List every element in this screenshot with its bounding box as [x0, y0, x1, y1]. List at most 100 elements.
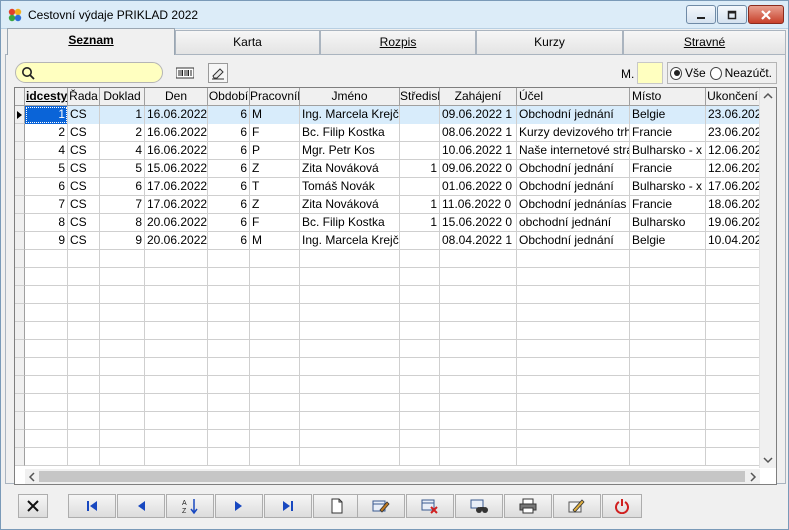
table-cell[interactable]: 01.06.2022 0 — [440, 178, 517, 196]
table-cell[interactable]: 08.04.2022 1 — [440, 232, 517, 250]
table-cell[interactable]: 1 — [100, 106, 145, 124]
table-cell[interactable] — [400, 178, 440, 196]
table-cell[interactable]: 18.06.2022 — [706, 196, 760, 214]
header-misto[interactable]: Místo — [630, 88, 706, 106]
table-cell[interactable]: 23.06.2022 — [706, 106, 760, 124]
table-cell[interactable]: 6 — [208, 142, 250, 160]
search-box[interactable] — [15, 62, 163, 83]
new-record-button[interactable] — [313, 494, 361, 518]
table-cell[interactable]: obchodní jednání — [517, 214, 630, 232]
row-indicator[interactable] — [15, 106, 25, 124]
table-cell[interactable]: 6 — [25, 178, 68, 196]
table-cell[interactable]: Francie — [630, 124, 706, 142]
table-cell[interactable]: 16.06.2022 — [145, 106, 208, 124]
row-indicator[interactable] — [15, 268, 25, 286]
cancel-button[interactable] — [18, 494, 48, 518]
search-input[interactable] — [38, 65, 158, 80]
table-cell[interactable]: CS — [68, 142, 100, 160]
header-jmeno[interactable]: Jméno — [300, 88, 400, 106]
table-cell[interactable]: 6 — [208, 124, 250, 142]
table-cell[interactable]: M — [250, 232, 300, 250]
row-indicator[interactable] — [15, 232, 25, 250]
table-cell[interactable]: 2 — [25, 124, 68, 142]
table-cell[interactable]: 11.06.2022 0 — [440, 196, 517, 214]
table-cell[interactable]: 7 — [100, 196, 145, 214]
header-ucel[interactable]: Účel — [517, 88, 630, 106]
table-row[interactable] — [15, 376, 776, 394]
row-indicator[interactable] — [15, 412, 25, 430]
table-cell[interactable]: 6 — [208, 106, 250, 124]
prev-record-button[interactable] — [117, 494, 165, 518]
table-cell[interactable]: F — [250, 214, 300, 232]
radio-all[interactable] — [670, 66, 682, 80]
header-stredisko[interactable]: Středisko — [400, 88, 440, 106]
table-cell[interactable]: Mgr. Petr Kos — [300, 142, 400, 160]
radio-unsettled[interactable] — [709, 66, 722, 80]
scroll-down-icon[interactable] — [763, 456, 773, 464]
table-cell[interactable]: 12.06.2022 — [706, 142, 760, 160]
table-cell[interactable]: 12.06.2022 — [706, 160, 760, 178]
scroll-up-icon[interactable] — [763, 92, 773, 100]
table-cell[interactable]: 15.06.2022 — [145, 160, 208, 178]
table-row[interactable] — [15, 448, 776, 466]
table-cell[interactable]: 23.06.2022 — [706, 124, 760, 142]
row-indicator[interactable] — [15, 160, 25, 178]
table-row[interactable] — [15, 358, 776, 376]
table-cell[interactable]: Kurzy devizového trhu — [517, 124, 630, 142]
table-cell[interactable]: Francie — [630, 196, 706, 214]
table-cell[interactable] — [400, 142, 440, 160]
table-cell[interactable]: Z — [250, 160, 300, 178]
table-cell[interactable]: Bc. Filip Kostka — [300, 124, 400, 142]
table-cell[interactable]: Zita Nováková — [300, 160, 400, 178]
table-cell[interactable]: 7 — [25, 196, 68, 214]
table-row[interactable]: 1CS116.06.20226MIng. Marcela Krejčová09.… — [15, 106, 776, 124]
table-cell[interactable]: 8 — [100, 214, 145, 232]
header-pracovnik[interactable]: Pracovník — [250, 88, 300, 106]
table-cell[interactable]: Francie — [630, 160, 706, 178]
vertical-scrollbar[interactable] — [759, 88, 776, 468]
next-record-button[interactable] — [215, 494, 263, 518]
row-indicator[interactable] — [15, 394, 25, 412]
table-cell[interactable]: Bulharsko — [630, 214, 706, 232]
first-record-button[interactable] — [68, 494, 116, 518]
table-cell[interactable]: M — [250, 106, 300, 124]
table-cell[interactable]: Obchodní jednání — [517, 178, 630, 196]
table-cell[interactable]: Zita Nováková — [300, 196, 400, 214]
barcode-button[interactable] — [175, 63, 195, 83]
row-indicator[interactable] — [15, 124, 25, 142]
table-cell[interactable]: 10.06.2022 1 — [440, 142, 517, 160]
table-cell[interactable]: 9 — [25, 232, 68, 250]
header-den[interactable]: Den — [145, 88, 208, 106]
table-cell[interactable]: Ing. Marcela Krejčová — [300, 106, 400, 124]
table-cell[interactable]: 17.06.2022 — [145, 196, 208, 214]
tab-karta[interactable]: Karta — [175, 30, 320, 54]
table-cell[interactable]: 6 — [208, 214, 250, 232]
table-cell[interactable]: 09.06.2022 0 — [440, 160, 517, 178]
table-row[interactable]: 8 CS 8 20.06.2022 6 F Bc. Filip Kostka 1 15.06.2… — [15, 214, 776, 232]
table-cell[interactable]: F — [250, 124, 300, 142]
table-cell[interactable]: 15.06.2022 0 — [440, 214, 517, 232]
table-cell[interactable]: 1 — [25, 106, 68, 124]
table-row[interactable] — [15, 394, 776, 412]
table-cell[interactable]: CS — [68, 160, 100, 178]
report-edit-button[interactable] — [553, 494, 601, 518]
table-row[interactable]: 4 CS 4 16.06.2022 6 P Mgr. Petr Kos 10.06.2022 … — [15, 142, 776, 160]
table-cell[interactable] — [400, 232, 440, 250]
table-cell[interactable]: Obchodní jednánías — [517, 196, 630, 214]
table-cell[interactable]: Obchodní jednání — [517, 232, 630, 250]
exit-button[interactable] — [602, 494, 642, 518]
row-indicator[interactable] — [15, 304, 25, 322]
table-cell[interactable]: CS — [68, 214, 100, 232]
table-cell[interactable]: 4 — [25, 142, 68, 160]
table-cell[interactable]: 8 — [25, 214, 68, 232]
minimize-button[interactable] — [686, 5, 716, 24]
header-zahajeni[interactable]: Zahájení — [440, 88, 517, 106]
table-cell[interactable]: 1 — [400, 160, 440, 178]
table-cell[interactable]: 09.06.2022 1 — [440, 106, 517, 124]
scroll-right-icon[interactable] — [749, 472, 757, 482]
table-row[interactable] — [15, 322, 776, 340]
row-indicator[interactable] — [15, 376, 25, 394]
table-cell[interactable]: 17.06.2022 — [706, 178, 760, 196]
m-field[interactable] — [637, 62, 663, 84]
table-row[interactable]: 5 CS 5 15.06.2022 6 Z Zita Nováková 1 09.06.2022… — [15, 160, 776, 178]
